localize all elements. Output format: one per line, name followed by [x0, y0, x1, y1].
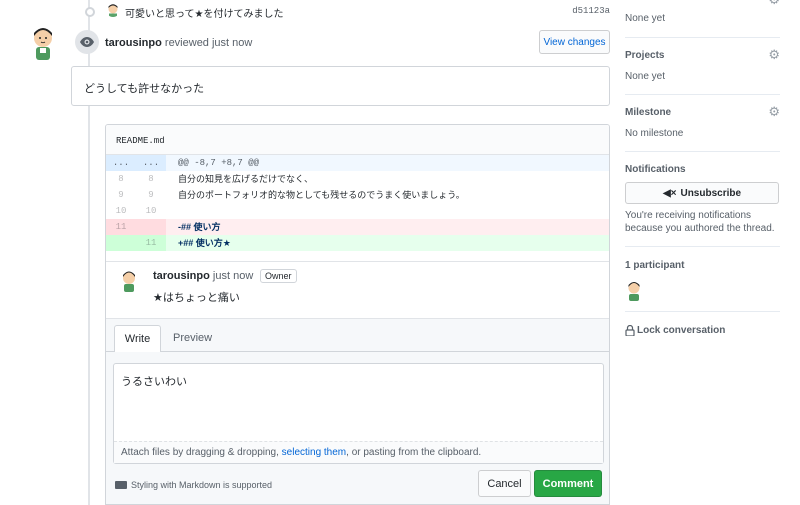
- tab-preview[interactable]: Preview: [173, 332, 212, 344]
- review-comment-box: どうしても許せなかった: [71, 66, 610, 106]
- diff-hunk-row: ... ... @@ -8,7 +8,7 @@: [106, 155, 609, 171]
- participant-avatar[interactable]: [627, 281, 641, 301]
- commit-row: 可愛いと思って★を付けてみました d51123a: [80, 0, 620, 26]
- new-line-number[interactable]: 11: [136, 235, 166, 251]
- old-line-number[interactable]: [106, 235, 136, 251]
- sidebar: ⚙ None yet Projects ⚙ None yet Milestone…: [625, 0, 780, 505]
- attach-text-suffix: , or pasting from the clipboard.: [346, 447, 482, 458]
- inline-comment-body: ★はちょっと痛い: [153, 292, 240, 304]
- new-line-number[interactable]: ...: [136, 155, 166, 171]
- notifications-note: You're receiving notifications because y…: [625, 210, 775, 234]
- diff-row: 9 9 自分のポートフォリオ的な物としても残せるのでうまく使いましょう。: [106, 187, 609, 203]
- tab-divider: [106, 351, 609, 352]
- comment-textarea[interactable]: うるさいわい Attach files by dragging & droppi…: [113, 363, 604, 464]
- eye-icon: [75, 30, 99, 54]
- attach-text: Attach files by dragging & dropping,: [121, 447, 282, 458]
- old-line-number[interactable]: 11: [106, 219, 136, 235]
- markdown-icon: [115, 481, 127, 489]
- commit-avatar[interactable]: [106, 3, 120, 17]
- participants-title: 1 participant: [625, 260, 685, 271]
- lock-conversation-label: Lock conversation: [637, 325, 726, 336]
- attach-files-bar[interactable]: Attach files by dragging & dropping, sel…: [114, 441, 603, 463]
- labels-none: None yet: [625, 13, 666, 24]
- mute-icon: ◀×: [662, 187, 677, 199]
- file-name[interactable]: README.md: [116, 136, 165, 146]
- projects-gear-icon[interactable]: ⚙: [768, 47, 780, 63]
- diff-row: 8 8 自分の知見を広げるだけでなく、: [106, 171, 609, 187]
- commit-icon: [85, 7, 95, 17]
- new-line-number[interactable]: 8: [136, 171, 166, 187]
- reply-editor: Write Preview うるさいわい Attach files by dra…: [106, 318, 609, 504]
- file-header: README.md: [106, 125, 609, 155]
- review-body: どうしても許せなかった: [84, 83, 205, 95]
- selecting-them-link[interactable]: selecting them: [282, 447, 346, 458]
- lock-conversation-link[interactable]: Lock conversation: [625, 325, 725, 336]
- sidebar-divider: [625, 311, 780, 312]
- labels-gear-icon[interactable]: ⚙: [768, 0, 780, 8]
- diff-row: 10 10: [106, 203, 609, 219]
- commit-message[interactable]: 可愛いと思って★を付けてみました: [125, 5, 283, 20]
- inline-comment-author[interactable]: tarousinpo: [153, 270, 210, 282]
- milestone-none: No milestone: [625, 128, 684, 139]
- new-line-number[interactable]: 10: [136, 203, 166, 219]
- owner-badge: Owner: [260, 269, 297, 283]
- sidebar-divider: [625, 94, 780, 95]
- diff-code-deleted: -## 使い方: [178, 222, 221, 232]
- markdown-note[interactable]: Styling with Markdown is supported: [115, 480, 272, 490]
- notifications-title: Notifications: [625, 164, 686, 175]
- lock-icon: [625, 325, 635, 336]
- unsubscribe-label: Unsubscribe: [680, 187, 742, 199]
- new-line-number[interactable]: 9: [136, 187, 166, 203]
- old-line-number[interactable]: ...: [106, 155, 136, 171]
- milestone-title[interactable]: Milestone: [625, 107, 671, 118]
- comment-text: うるさいわい: [121, 376, 187, 388]
- review-author[interactable]: tarousinpo: [105, 37, 162, 49]
- diff-code-added: +## 使い方★: [178, 238, 231, 248]
- inline-comment-avatar[interactable]: [121, 270, 137, 292]
- tab-write[interactable]: Write: [114, 325, 161, 352]
- old-line-number[interactable]: 8: [106, 171, 136, 187]
- old-line-number[interactable]: 10: [106, 203, 136, 219]
- diff-file-box: README.md ... ... @@ -8,7 +8,7 @@ 8 8 自分…: [105, 124, 610, 505]
- reviewer-avatar[interactable]: [31, 26, 55, 60]
- sidebar-divider: [625, 37, 780, 38]
- view-changes-button[interactable]: View changes: [539, 30, 610, 54]
- diff-code: [166, 203, 178, 219]
- diff-added-row: 11 +## 使い方★: [106, 235, 609, 251]
- diff-code: 自分のポートフォリオ的な物としても残せるのでうまく使いましょう。: [178, 190, 465, 200]
- cancel-button[interactable]: Cancel: [478, 470, 531, 497]
- diff-deleted-row: 11 -## 使い方: [106, 219, 609, 235]
- unsubscribe-button[interactable]: ◀× Unsubscribe: [625, 182, 779, 204]
- milestone-gear-icon[interactable]: ⚙: [768, 104, 780, 120]
- inline-comment-time[interactable]: just now: [213, 270, 253, 282]
- review-action: reviewed just now: [164, 37, 253, 49]
- projects-title[interactable]: Projects: [625, 50, 664, 61]
- markdown-note-text: Styling with Markdown is supported: [131, 480, 273, 490]
- inline-comment: tarousinpo just now Owner ★はちょっと痛い: [106, 261, 609, 318]
- new-line-number[interactable]: [136, 219, 166, 235]
- hunk-header: @@ -8,7 +8,7 @@: [178, 158, 260, 168]
- commit-sha[interactable]: d51123a: [572, 6, 610, 16]
- projects-none: None yet: [625, 71, 666, 82]
- diff-table: ... ... @@ -8,7 +8,7 @@ 8 8 自分の知見を広げるだけで…: [106, 155, 609, 251]
- sidebar-divider: [625, 246, 780, 247]
- diff-code: 自分の知見を広げるだけでなく、: [178, 174, 314, 184]
- comment-button[interactable]: Comment: [534, 470, 602, 497]
- sidebar-divider: [625, 151, 780, 152]
- old-line-number[interactable]: 9: [106, 187, 136, 203]
